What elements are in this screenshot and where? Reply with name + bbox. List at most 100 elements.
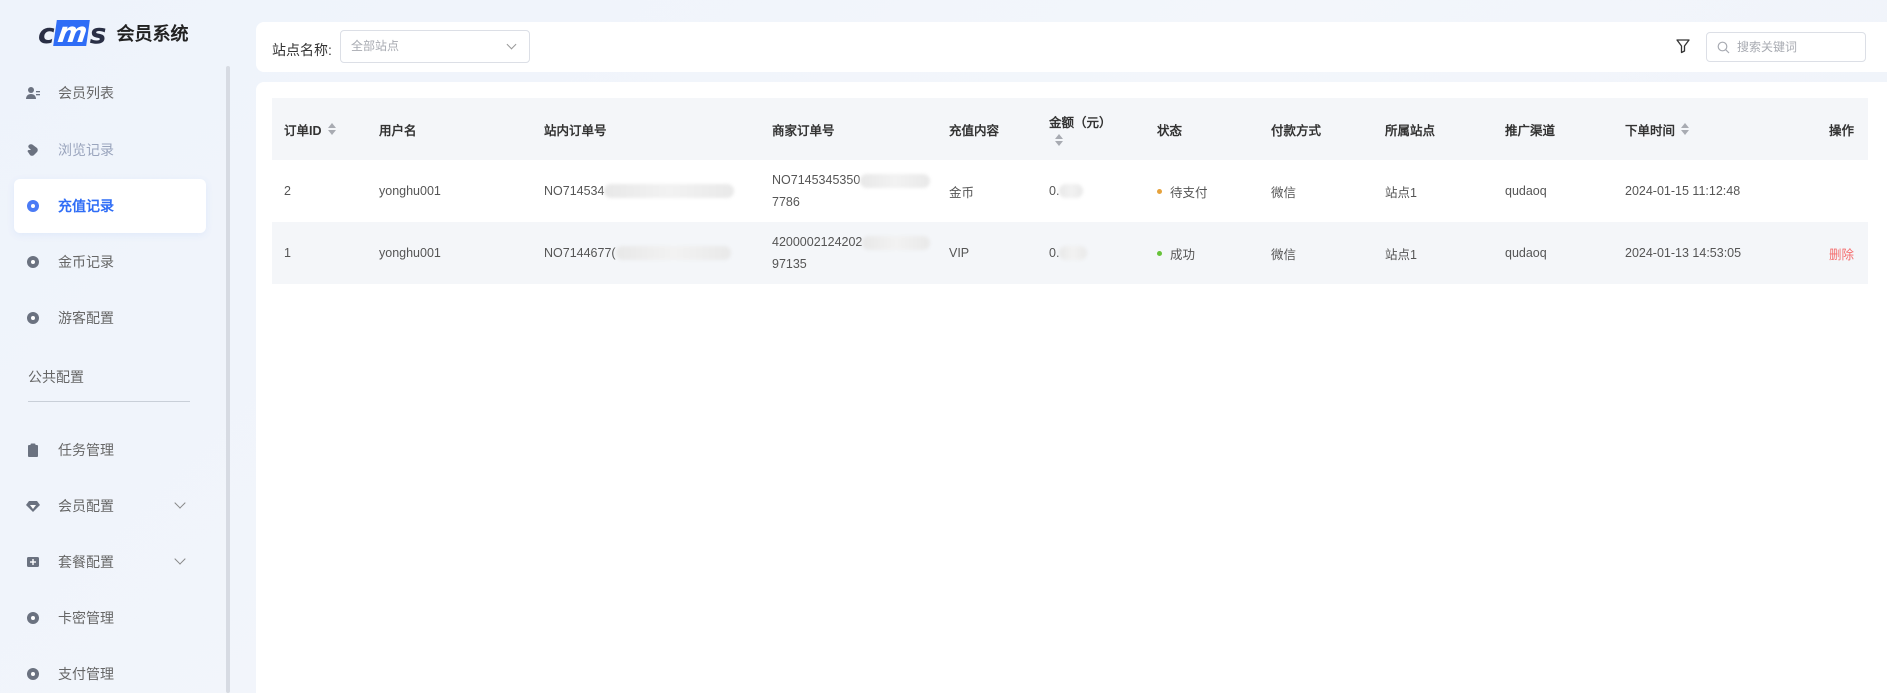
table-row: 2 yonghu001 NO714534 NO7145345350 7786 金… — [272, 160, 1868, 222]
column-header-label: 所属站点 — [1385, 123, 1436, 138]
chevron-down-icon[interactable] — [174, 497, 186, 509]
site-select[interactable]: 全部站点 — [340, 30, 530, 63]
sidebar-item-payment-management[interactable]: 支付管理 — [14, 647, 206, 693]
sidebar-item-guest-config[interactable]: 游客配置 — [14, 291, 206, 345]
col-merchant-order: 商家订单号 — [772, 98, 835, 160]
site-select-value: 全部站点 — [351, 39, 400, 53]
column-header-label: 操作 — [1829, 123, 1855, 138]
section-divider — [28, 401, 190, 402]
cell-site: 站点1 — [1385, 247, 1417, 262]
column-header-label: 充值内容 — [949, 123, 1000, 138]
merchant-order-line2: 97135 — [772, 257, 807, 271]
column-header-label: 站内订单号 — [544, 123, 607, 138]
col-order-time[interactable]: 下单时间 — [1625, 98, 1690, 160]
cell-site: 站点1 — [1385, 185, 1417, 200]
gem-icon — [26, 499, 40, 513]
cell-username: yonghu001 — [379, 246, 441, 260]
redacted-blur — [862, 235, 931, 250]
merchant-order-line1: 4200002124202 — [772, 235, 863, 249]
sort-icon[interactable] — [327, 123, 336, 135]
logo-mark-left: c — [38, 16, 55, 50]
sidebar-item-package-config[interactable]: 套餐配置 — [14, 535, 206, 589]
redacted-blur — [615, 246, 731, 260]
merchant-order-line1: NO7145345350 — [772, 173, 861, 187]
col-status: 状态 — [1157, 98, 1182, 160]
cell-site-order: NO7144677( — [544, 222, 731, 284]
logo-mark-mid: m — [52, 16, 90, 49]
sidebar-item-label: 游客配置 — [58, 310, 114, 326]
sidebar-item-recharge-records[interactable]: 充值记录 — [14, 179, 206, 233]
col-order-id[interactable]: 订单ID — [284, 98, 336, 160]
sidebar-item-coin-records[interactable]: 金币记录 — [14, 235, 206, 289]
filter-icon[interactable] — [1675, 38, 1693, 56]
cell-merchant-order: 4200002124202 97135 — [772, 222, 931, 284]
sidebar-item-label: 会员配置 — [58, 498, 114, 514]
column-header-label: 付款方式 — [1271, 123, 1322, 138]
cell-payment: 微信 — [1271, 247, 1297, 262]
sort-icon[interactable] — [1681, 123, 1690, 135]
status-badge: 成功 — [1170, 247, 1196, 262]
cell-channel: qudaoq — [1505, 246, 1547, 260]
cell-order-id: 2 — [284, 184, 291, 198]
section-label-public-config: 公共配置 — [28, 369, 84, 385]
cell-order-id: 1 — [284, 246, 291, 260]
cell-status: 成功 — [1157, 222, 1195, 284]
hand-icon — [26, 143, 40, 157]
site-name-label: 站点名称: — [272, 42, 332, 58]
logo: cms 会员系统 — [38, 16, 189, 50]
sidebar-item-card-key-management[interactable]: 卡密管理 — [14, 591, 206, 645]
column-header-label: 订单ID — [284, 123, 322, 138]
search-input[interactable] — [1737, 38, 1857, 56]
amount-text: 0. — [1049, 246, 1060, 260]
sidebar-item-member-list[interactable]: 会员列表 — [14, 66, 206, 120]
cell-order-time: 2024-01-13 14:53:05 — [1625, 246, 1742, 260]
logo-mark-right: s — [89, 16, 107, 50]
circle-dot-icon — [26, 311, 40, 325]
redacted-blur — [1059, 246, 1088, 260]
sidebar-item-member-config[interactable]: 会员配置 — [14, 479, 206, 533]
col-username: 用户名 — [379, 98, 417, 160]
sidebar-item-task-management[interactable]: 任务管理 — [14, 423, 206, 477]
cell-payment: 微信 — [1271, 185, 1297, 200]
sidebar-item-label: 金币记录 — [58, 254, 114, 270]
chevron-down-icon[interactable] — [174, 553, 186, 565]
merchant-order-line2: 7786 — [772, 195, 800, 209]
cell-amount: 0. — [1049, 160, 1084, 222]
filter-bar: 站点名称: 全部站点 — [256, 22, 1887, 72]
cell-username: yonghu001 — [379, 184, 441, 198]
search-box[interactable] — [1706, 32, 1866, 62]
redacted-blur — [604, 184, 735, 198]
sidebar-item-label: 卡密管理 — [58, 610, 114, 626]
sort-icon[interactable] — [1055, 134, 1063, 146]
column-header-label: 金额（元） — [1049, 116, 1112, 130]
redacted-blur — [860, 173, 931, 188]
status-badge: 待支付 — [1170, 185, 1208, 200]
app-title: 会员系统 — [116, 24, 189, 44]
sidebar-scrollbar[interactable] — [226, 66, 230, 693]
sidebar-item-label: 浏览记录 — [58, 142, 114, 158]
cell-amount: 0. — [1049, 222, 1088, 284]
column-header-label: 下单时间 — [1625, 123, 1676, 138]
chevron-down-icon — [506, 39, 517, 50]
table-row: 1 yonghu001 NO7144677( 4200002124202 971… — [272, 222, 1868, 284]
logo-mark: cms — [38, 16, 107, 50]
site-order-text: NO714534 — [544, 184, 605, 198]
column-header-label: 商家订单号 — [772, 123, 835, 138]
col-channel: 推广渠道 — [1505, 98, 1555, 160]
sidebar-item-label: 支付管理 — [58, 666, 114, 682]
circle-dot-icon — [26, 199, 40, 213]
sidebar-item-label: 会员列表 — [58, 85, 114, 101]
package-icon — [26, 555, 40, 569]
column-header-label: 用户名 — [379, 123, 417, 138]
search-icon — [1717, 41, 1730, 54]
col-amount[interactable]: 金额（元） — [1049, 98, 1112, 160]
column-header-label: 状态 — [1157, 123, 1183, 138]
sidebar-item-browse-history[interactable]: 浏览记录 — [14, 123, 206, 177]
clipboard-icon — [26, 443, 40, 457]
column-header-label: 推广渠道 — [1505, 123, 1556, 138]
sidebar: cms 会员系统 会员列表 浏览记录 充值记录 金币记录 游客配置 公共配置 任… — [0, 0, 232, 693]
cell-channel: qudaoq — [1505, 184, 1547, 198]
delete-button[interactable]: 删除 — [1829, 222, 1854, 284]
circle-dot-icon — [26, 667, 40, 681]
col-action: 操作 — [1829, 98, 1854, 160]
